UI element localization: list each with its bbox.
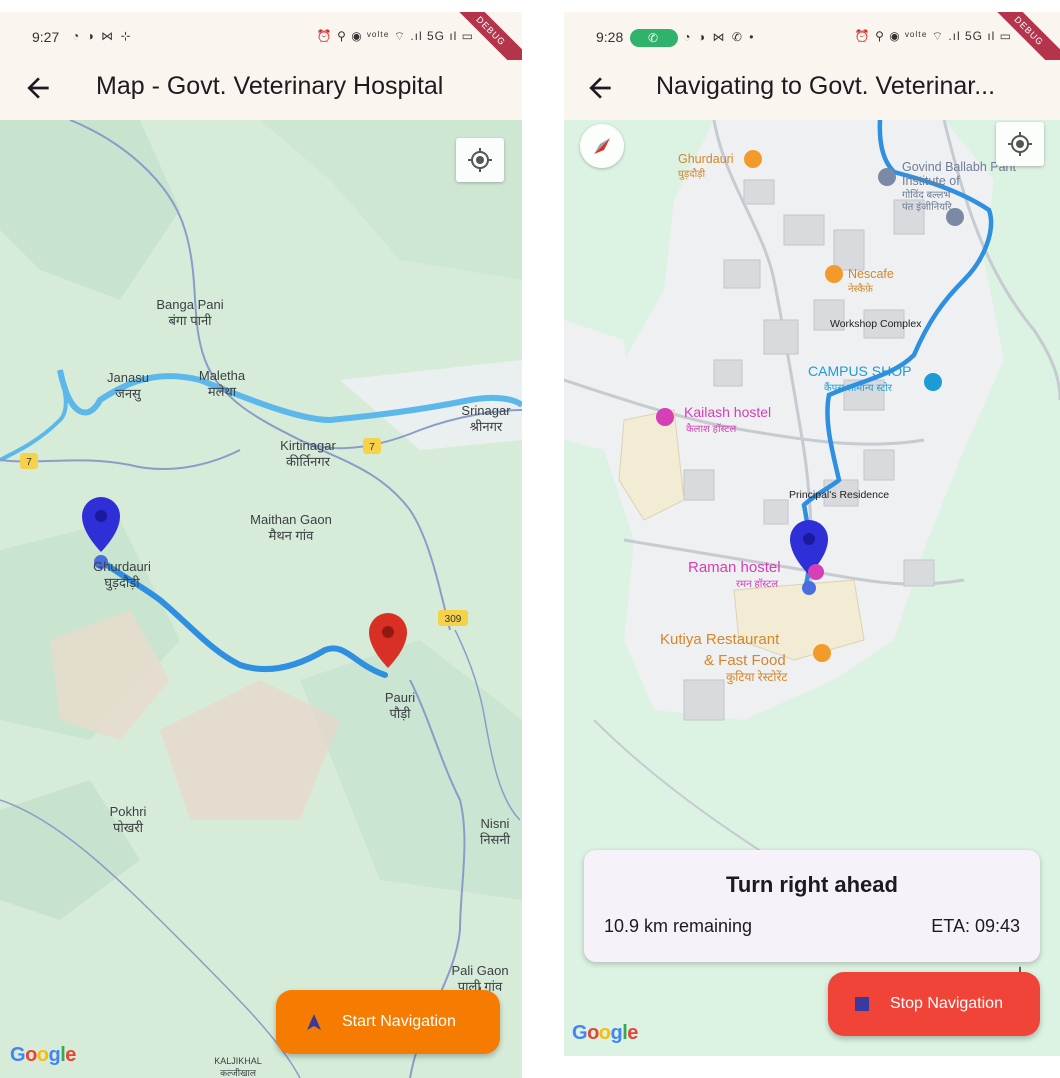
google-logo: Google <box>10 1044 76 1066</box>
place-label: मैथन गांव <box>269 528 315 543</box>
notification-icons: ✆ ◔ ◑ ⋈ ✆ • <box>630 29 755 47</box>
place-label: कैंपस सामान्य स्टोर <box>824 382 893 394</box>
eta-label: ETA: 09:43 <box>931 916 1020 936</box>
back-arrow-icon[interactable] <box>584 72 616 104</box>
system-icons: ⏰ ⚲ ◉ ᵛᵒˡᵗᵉ ⌔ .ıl 5G ıl ▭ <box>854 29 1012 43</box>
place-label: Kutiya Restaurant <box>660 631 780 648</box>
place-label: Institute of <box>902 174 960 188</box>
right-screen: 9:28 ✆ ◔ ◑ ⋈ ✆ • ⏰ ⚲ ◉ ᵛᵒˡᵗᵉ ⌔ .ıl 5G ıl… <box>564 12 1060 1056</box>
cafe-icon[interactable] <box>825 265 843 283</box>
place-label: नेस्कैफ़े <box>848 283 873 295</box>
map-view[interactable]: 7 7 309 Banga Pani बंगा पानी Janasu जनसु… <box>0 120 522 1078</box>
place-label: Pauri <box>385 690 415 705</box>
page-title: Map - Govt. Veterinary Hospital <box>96 72 444 100</box>
stop-square-icon <box>855 997 869 1011</box>
place-label: Maletha <box>199 368 246 383</box>
place-label: Pali Gaon <box>451 963 508 978</box>
compass-button[interactable] <box>580 124 624 168</box>
place-label: पौड़ी <box>389 706 411 721</box>
place-label: कल्जीखाल <box>220 1067 257 1078</box>
place-label: Principal's Residence <box>789 489 889 501</box>
place-label: कीर्तिनगर <box>286 454 331 469</box>
crosshair-icon <box>468 148 492 172</box>
system-icons: ⏰ ⚲ ◉ ᵛᵒˡᵗᵉ ⌔ .ıl 5G ıl ▭ <box>316 29 474 43</box>
current-location-pin-dot <box>803 533 815 545</box>
place-label: Raman hostel <box>688 559 781 576</box>
status-time: 9:27 <box>32 29 60 45</box>
status-bar: 9:27 ◔ ◑ ⋈ ⊹ ⏰ ⚲ ◉ ᵛᵒˡᵗᵉ ⌔ .ıl 5G ıl ▭ <box>0 12 522 60</box>
place-label: Workshop Complex <box>830 318 922 330</box>
place-label: कैलाश हॉस्टल <box>686 423 736 435</box>
status-time: 9:28 <box>596 29 624 45</box>
back-arrow-icon[interactable] <box>22 72 54 104</box>
place-label: श्रीनगर <box>470 419 503 434</box>
notification-icons: ◔ ◑ ⋈ ⊹ <box>72 29 133 43</box>
app-bar: Navigating to Govt. Veterinar... <box>564 60 1060 120</box>
hotel-icon[interactable] <box>808 564 824 580</box>
status-bar: 9:28 ✆ ◔ ◑ ⋈ ✆ • ⏰ ⚲ ◉ ᵛᵒˡᵗᵉ ⌔ .ıl 5G ıl… <box>564 12 1060 60</box>
start-navigation-button[interactable]: Start Navigation <box>276 990 500 1054</box>
hotel-icon[interactable] <box>656 408 674 426</box>
place-label: CAMPUS SHOP <box>808 363 911 379</box>
restaurant-icon[interactable] <box>813 644 831 662</box>
highway-number: 309 <box>445 614 462 625</box>
current-location-dot <box>802 581 816 595</box>
place-label: Srinagar <box>461 403 511 418</box>
shop-icon[interactable] <box>924 373 942 391</box>
place-label: जनसु <box>115 386 142 402</box>
navigation-info-card: Turn right ahead 10.9 km remaining ETA: … <box>584 850 1040 962</box>
place-label: पोखरी <box>113 820 144 835</box>
left-screen: 9:27 ◔ ◑ ⋈ ⊹ ⏰ ⚲ ◉ ᵛᵒˡᵗᵉ ⌔ .ıl 5G ıl ▭ D… <box>0 12 522 1078</box>
app-bar: Map - Govt. Veterinary Hospital <box>0 60 522 120</box>
place-label: Kirtinagar <box>280 438 336 453</box>
destination-pin-dot <box>382 626 394 638</box>
place-label: कुटिया रेस्टोरेंट <box>726 670 788 685</box>
place-label: घुड़दौड़ी <box>678 168 706 180</box>
place-label: Nisni <box>481 816 510 831</box>
school-icon[interactable] <box>878 168 896 186</box>
place-label: Pokhri <box>110 804 147 819</box>
place-label: Ghurdauri <box>93 559 151 574</box>
place-label: Janasu <box>107 370 149 385</box>
restaurant-icon[interactable] <box>744 150 762 168</box>
place-label: मलेथा <box>208 384 237 399</box>
compass-icon <box>594 138 610 154</box>
highway-number: 7 <box>26 457 32 468</box>
place-label: Nescafe <box>848 267 894 281</box>
place-label: पंत इंजीनियरि <box>902 201 953 213</box>
google-logo: Google <box>572 1022 638 1044</box>
my-location-button[interactable] <box>996 122 1044 166</box>
navigation-arrow-icon <box>307 1014 321 1030</box>
place-label: Banga Pani <box>156 297 223 312</box>
place-label: Kailash hostel <box>684 404 771 420</box>
place-label: & Fast Food <box>704 652 786 669</box>
place-label: KALJIKHAL <box>214 1056 262 1066</box>
place-label: Ghurdauri <box>678 152 734 166</box>
highway-number: 7 <box>369 442 375 453</box>
place-label: घुड़दौड़ी <box>104 575 140 591</box>
crosshair-icon <box>1008 132 1032 156</box>
distance-remaining: 10.9 km remaining <box>604 916 753 936</box>
my-location-button[interactable] <box>456 138 504 182</box>
place-label: गोविंद बल्लभ <box>902 189 951 201</box>
turn-instruction: Turn right ahead <box>726 872 898 897</box>
place-label: बंगा पानी <box>168 313 212 328</box>
place-label: रमन हॉस्टल <box>736 578 778 590</box>
ongoing-call-icon[interactable]: ✆ <box>630 29 678 47</box>
place-label: Maithan Gaon <box>250 512 332 527</box>
place-label: निसनी <box>480 832 511 847</box>
start-navigation-label: Start Navigation <box>342 1013 456 1030</box>
origin-pin-dot <box>95 510 107 522</box>
page-title: Navigating to Govt. Veterinar... <box>656 72 996 100</box>
stop-navigation-label: Stop Navigation <box>890 995 1003 1012</box>
stop-navigation-button[interactable]: Stop Navigation <box>828 972 1040 1036</box>
